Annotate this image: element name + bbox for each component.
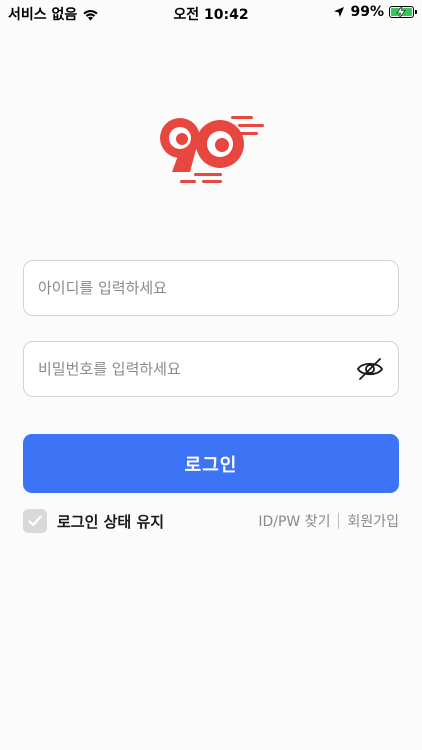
- eye-off-icon[interactable]: [356, 357, 384, 381]
- battery-icon: [389, 6, 417, 18]
- id-input[interactable]: [38, 279, 384, 297]
- keep-logged-in-toggle[interactable]: 로그인 상태 유지: [23, 509, 164, 533]
- keep-logged-in-label: 로그인 상태 유지: [57, 512, 165, 531]
- link-divider: [338, 513, 340, 529]
- find-id-pw-link[interactable]: ID/PW 찾기: [258, 511, 330, 531]
- battery-percent: 99%: [350, 4, 384, 20]
- signup-link[interactable]: 회원가입: [347, 511, 399, 531]
- id-field[interactable]: [23, 260, 399, 316]
- status-bar: 서비스 없음 오전 10:42 99%: [0, 0, 422, 24]
- password-field[interactable]: [23, 341, 399, 397]
- checkmark-icon: [28, 515, 42, 527]
- brand-logo: [160, 116, 264, 183]
- password-input[interactable]: [38, 360, 348, 378]
- checkbox[interactable]: [23, 509, 47, 533]
- status-right: 99%: [333, 4, 417, 20]
- login-button[interactable]: 로그인: [23, 434, 399, 493]
- location-arrow-icon: [334, 7, 345, 17]
- login-screen: 서비스 없음 오전 10:42 99% 아이디를 입력하세요 로그인 로그인 상…: [0, 0, 422, 750]
- account-links: ID/PW 찾기 회원가입: [258, 511, 399, 531]
